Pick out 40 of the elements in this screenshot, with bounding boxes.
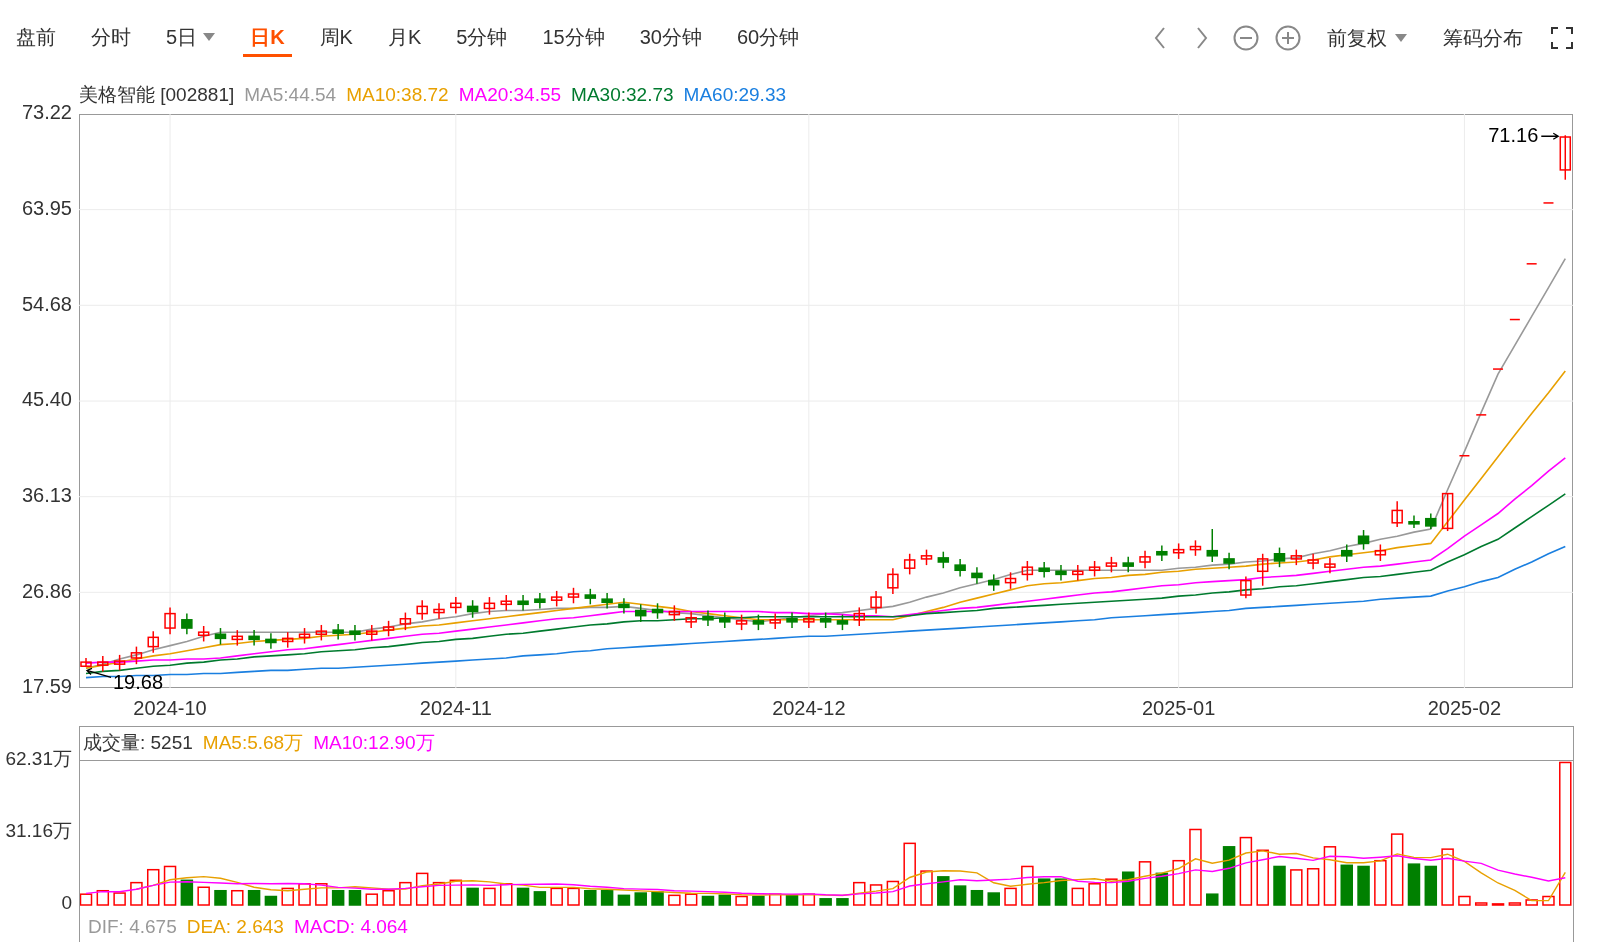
period-tab[interactable]: 周K — [312, 19, 360, 57]
period-tab[interactable]: 15分钟 — [535, 19, 612, 57]
price-label: 71.16 — [1488, 123, 1539, 146]
axis-label: 0 — [61, 892, 72, 913]
legend-value: MA10:12.90万 — [313, 731, 435, 756]
axis-label: 63.95 — [21, 196, 72, 219]
axis-label: 2024-10 — [133, 697, 207, 720]
period-tab[interactable]: 5分钟 — [449, 19, 515, 57]
axis-label: 2024-11 — [419, 697, 492, 720]
chip-distribution-button[interactable]: 筹码分布 — [1443, 23, 1523, 53]
legend-value: DIF: 4.675 — [88, 915, 177, 940]
period-tab[interactable]: 30分钟 — [632, 19, 709, 57]
price-label: 19.68 — [113, 670, 164, 693]
axis-label: 2024-12 — [772, 697, 846, 720]
axis-label: 45.40 — [21, 388, 72, 411]
axis-label: 54.68 — [21, 292, 72, 315]
axis-label: 17.59 — [21, 675, 72, 698]
axis-label: 36.13 — [21, 484, 72, 506]
legend-value: MACD: 4.064 — [293, 915, 408, 940]
period-tab[interactable]: 60分钟 — [729, 19, 807, 57]
axis-label: 26.86 — [21, 579, 72, 602]
axis-label: 2025-02 — [1427, 697, 1502, 720]
legend-value: MA30:32.73 — [571, 82, 674, 107]
legend-title: 美格智能 [002881] — [79, 82, 235, 107]
period-tab[interactable]: 盘前 — [9, 19, 63, 57]
legend-value: MA5:44.54 — [244, 82, 337, 107]
period-tab[interactable]: 月K — [380, 19, 429, 57]
axis-label: 73.22 — [21, 101, 72, 124]
axis-label: 31.16万 — [5, 820, 72, 841]
axis-label: 2025-01 — [1141, 697, 1216, 720]
legend-value: MA10:38.72 — [346, 82, 449, 107]
legend-value: DEA: 2.643 — [186, 915, 284, 940]
legend-value: MA5:5.68万 — [202, 731, 304, 756]
legend-value: MA20:34.55 — [458, 82, 562, 107]
legend-value: MA60:29.33 — [683, 82, 787, 107]
adjust-dropdown[interactable]: 前复权 — [1327, 23, 1407, 53]
axis-label: 62.31万 — [5, 748, 72, 769]
period-tab[interactable]: 分时 — [84, 19, 138, 57]
legend-title: 成交量: 5251 — [83, 731, 193, 756]
period-tab[interactable]: 5日 — [159, 19, 223, 57]
